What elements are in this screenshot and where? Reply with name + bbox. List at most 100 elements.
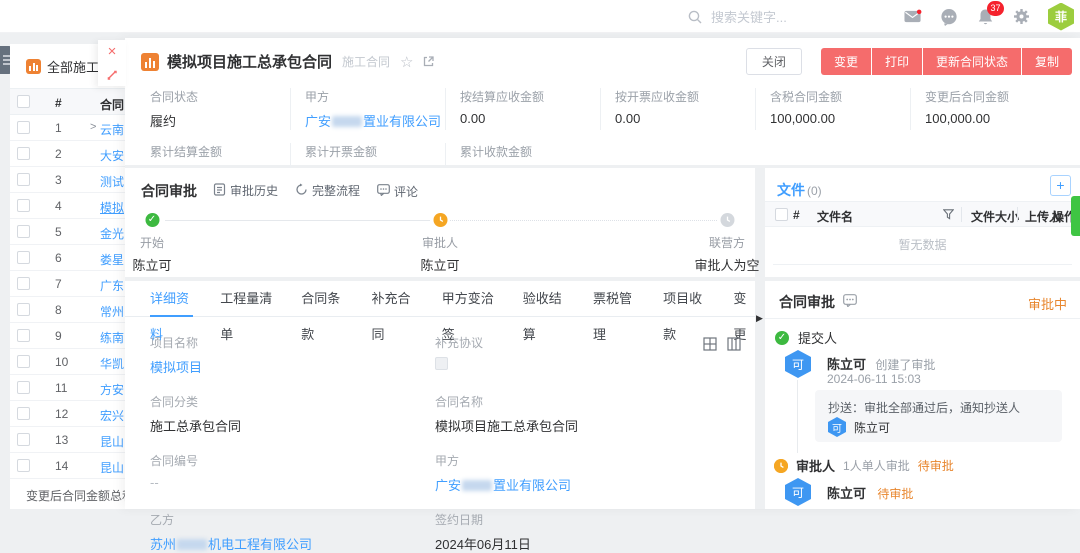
header-action-button[interactable]: 复制 xyxy=(1022,48,1072,75)
flow-link-cycle[interactable]: 完整流程 xyxy=(295,182,360,199)
comment-icon[interactable] xyxy=(843,294,857,310)
filter-funnel-icon[interactable] xyxy=(943,209,954,223)
tab-0[interactable]: 详细资料 xyxy=(150,281,193,317)
contract-list-row[interactable]: 10华凯 xyxy=(10,349,126,375)
contract-link[interactable]: 练南 xyxy=(100,329,124,346)
row-checkbox[interactable] xyxy=(17,433,30,446)
contract-list-row[interactable]: 11方安 xyxy=(10,375,126,401)
contract-list-row[interactable]: 5金光 xyxy=(10,219,126,245)
tab-5[interactable]: 验收结算 xyxy=(523,281,566,317)
row-index: 3 xyxy=(55,173,62,187)
favorite-star-icon[interactable]: ☆ xyxy=(400,53,413,71)
contract-link[interactable]: 大安 xyxy=(100,147,124,164)
detail-tabs-section: 详细资料工程量清单合同条款补充合同甲方变洽签验收结算票税管理项目收款变更 项目名… xyxy=(125,281,755,509)
add-file-button[interactable]: + xyxy=(1050,175,1071,196)
contract-link[interactable]: 华凯 xyxy=(100,355,124,372)
flow-node-done: ✓开始陈立可 xyxy=(132,213,171,274)
detail-field: 甲方广安置业有限公司 xyxy=(435,452,730,494)
files-select-all-checkbox[interactable] xyxy=(775,208,788,221)
side-tag-handle[interactable] xyxy=(1071,196,1080,236)
contract-list-row[interactable]: 2大安 xyxy=(10,141,126,167)
user-avatar[interactable]: 菲 xyxy=(1048,3,1074,31)
row-checkbox[interactable] xyxy=(17,407,30,420)
open-external-icon[interactable] xyxy=(422,55,435,68)
tab-3[interactable]: 补充合同 xyxy=(371,281,414,317)
row-checkbox[interactable] xyxy=(17,251,30,264)
gear-icon[interactable] xyxy=(1012,8,1030,26)
row-checkbox[interactable] xyxy=(17,381,30,394)
bell-icon[interactable]: 37 xyxy=(976,8,994,26)
redacted-text xyxy=(462,480,492,491)
contract-link[interactable]: 方安 xyxy=(100,381,124,398)
contract-link[interactable]: 昆山 xyxy=(100,459,124,476)
tab-8[interactable]: 变更 xyxy=(733,281,755,317)
tab-7[interactable]: 项目收款 xyxy=(663,281,706,317)
contract-list-row[interactable]: 4模拟 xyxy=(10,193,126,219)
cc-name: 陈立可 xyxy=(854,419,890,436)
select-all-checkbox[interactable] xyxy=(17,95,30,108)
row-checkbox[interactable] xyxy=(17,199,30,212)
detail-field: 合同分类施工总承包合同 xyxy=(150,393,435,435)
contract-link[interactable]: 金光 xyxy=(100,225,124,242)
submitter-label: 提交人 xyxy=(798,328,837,347)
row-checkbox[interactable] xyxy=(17,121,30,134)
field-value-link[interactable]: 广安置业有限公司 xyxy=(435,475,730,494)
contract-link[interactable]: 昆山 xyxy=(100,433,124,450)
contract-list-row[interactable]: 12宏兴 xyxy=(10,401,126,427)
contract-link[interactable]: 常州 xyxy=(100,303,124,320)
header-action-button[interactable]: 更新合同状态 xyxy=(923,48,1021,75)
contract-link[interactable]: 模拟 xyxy=(100,199,124,216)
contract-link[interactable]: 宏兴 xyxy=(100,407,124,424)
row-checkbox[interactable] xyxy=(17,303,30,316)
column-view-icon[interactable] xyxy=(727,337,741,351)
contract-link[interactable]: 测试 xyxy=(100,173,124,190)
submitter-step: ✓ 提交人 xyxy=(775,328,837,347)
detail-field: 补充协议 xyxy=(435,334,730,376)
global-search-input[interactable]: 搜索关键字... xyxy=(688,0,787,33)
chat-icon[interactable] xyxy=(940,8,958,26)
header-action-button[interactable]: 打印 xyxy=(872,48,922,75)
tab-2[interactable]: 合同条款 xyxy=(301,281,344,317)
row-checkbox[interactable] xyxy=(17,147,30,160)
contract-list-row[interactable]: 1 > 云南 xyxy=(10,115,126,141)
files-name-header: 文件名 xyxy=(817,208,853,225)
row-checkbox[interactable] xyxy=(17,355,30,368)
grid-view-icon[interactable] xyxy=(703,337,717,351)
expand-drawer-button[interactable] xyxy=(98,63,126,86)
contract-list-row[interactable]: 13昆山 xyxy=(10,427,126,453)
header-actions: 变更打印更新合同状态复制 xyxy=(821,48,1072,75)
row-checkbox[interactable] xyxy=(17,173,30,186)
contract-list-row[interactable]: 6娄星 xyxy=(10,245,126,271)
flow-link-comment[interactable]: 评论 xyxy=(377,183,418,200)
close-drawer-button[interactable]: × xyxy=(98,40,126,63)
tab-6[interactable]: 票税管理 xyxy=(593,281,636,317)
tab-1[interactable]: 工程量清单 xyxy=(220,281,274,317)
row-checkbox[interactable] xyxy=(17,329,30,342)
contract-list-row[interactable]: 14昆山 xyxy=(10,453,126,479)
disabled-checkbox xyxy=(435,357,448,370)
flow-node-label: 联营方 xyxy=(694,234,759,251)
header-action-button[interactable]: 变更 xyxy=(821,48,871,75)
close-button[interactable]: 关闭 xyxy=(746,48,802,75)
contract-list-row[interactable]: 7广东 xyxy=(10,271,126,297)
field-label: 签约日期 xyxy=(435,511,730,528)
row-checkbox[interactable] xyxy=(17,277,30,290)
contract-list-row[interactable]: 8常州 xyxy=(10,297,126,323)
contract-link[interactable]: 云南 xyxy=(100,121,124,138)
summary-value[interactable]: 广安置业有限公司 xyxy=(305,111,445,130)
field-value[interactable]: 模拟项目 xyxy=(150,357,435,376)
mail-icon[interactable] xyxy=(904,8,922,26)
row-index: 1 xyxy=(55,121,62,135)
field-value-link[interactable]: 苏州机电工程有限公司 xyxy=(150,534,435,553)
panel-collapse-arrow-icon[interactable]: ▶ xyxy=(756,313,763,324)
expand-chevron-icon[interactable]: > xyxy=(90,121,96,133)
flow-node-label: 审批人 xyxy=(420,234,459,251)
contract-list-row[interactable]: 9练南 xyxy=(10,323,126,349)
contract-list-row[interactable]: 3 测试 xyxy=(10,167,126,193)
row-checkbox[interactable] xyxy=(17,459,30,472)
contract-link[interactable]: 娄星 xyxy=(100,251,124,268)
contract-link[interactable]: 广东 xyxy=(100,277,124,294)
tab-4[interactable]: 甲方变洽签 xyxy=(442,281,496,317)
flow-link-history[interactable]: 审批历史 xyxy=(213,182,278,199)
row-checkbox[interactable] xyxy=(17,225,30,238)
